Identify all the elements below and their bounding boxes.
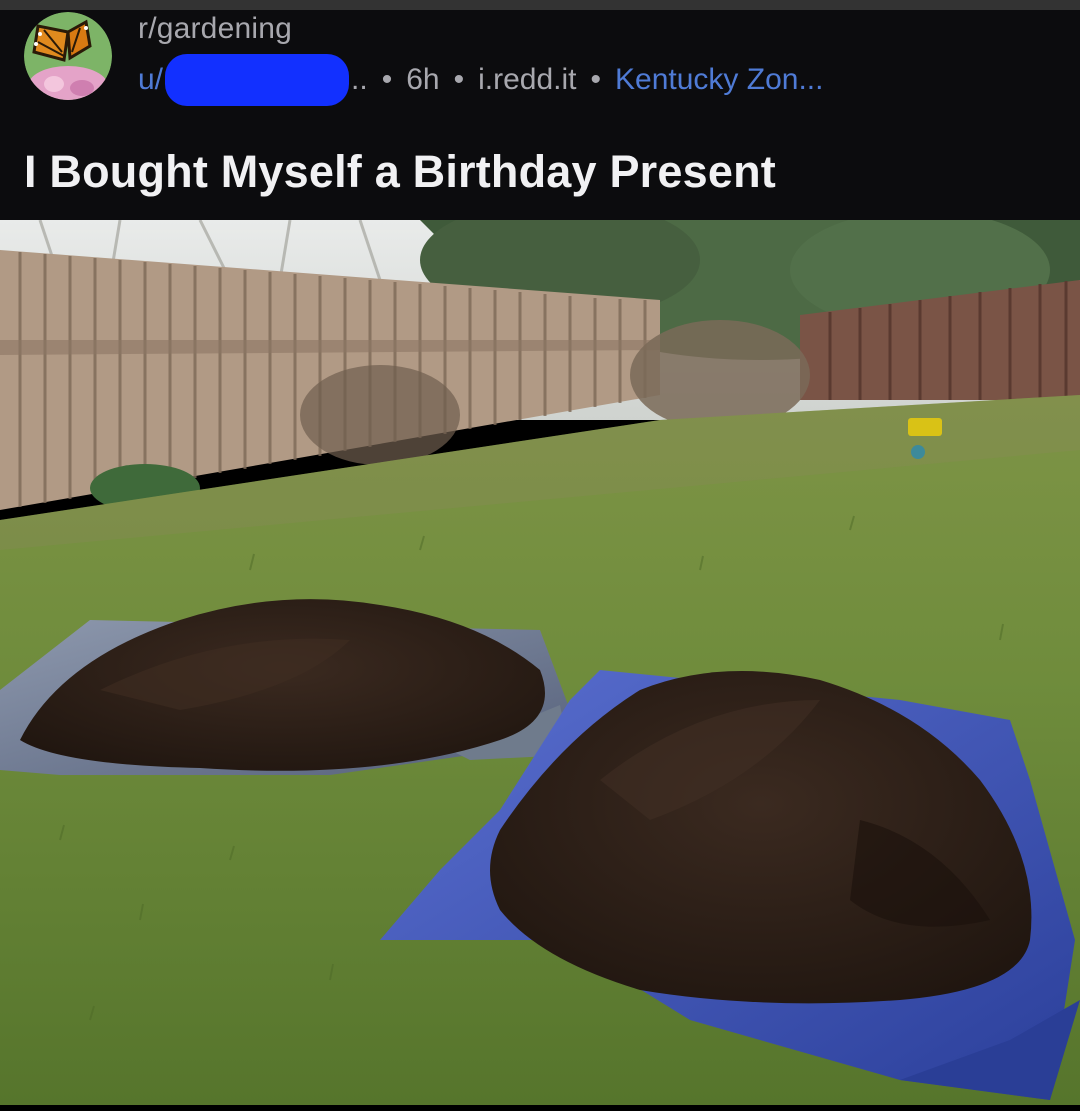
post-title[interactable]: I Bought Myself a Birthday Present — [24, 146, 776, 198]
separator-dot: • — [590, 63, 602, 96]
post-header: r/gardening u/ .. • 6h • i.redd.it • Ken… — [0, 10, 1080, 220]
post-age: 6h — [406, 63, 440, 96]
post-image[interactable] — [0, 200, 1080, 1105]
separator-dot: • — [453, 63, 465, 96]
butterfly-avatar-icon[interactable] — [24, 12, 112, 100]
bottom-border — [0, 1105, 1080, 1111]
username-prefix[interactable]: u/ — [138, 63, 163, 97]
post-meta: u/ .. • 6h • i.redd.it • Kentucky Zon... — [138, 54, 823, 106]
separator-dot: • — [381, 63, 393, 96]
post-domain[interactable]: i.redd.it — [478, 63, 576, 97]
subreddit-link[interactable]: r/gardening — [138, 12, 292, 46]
top-border — [0, 0, 1080, 10]
username-suffix: .. — [351, 63, 368, 96]
username-redaction — [165, 54, 350, 106]
post-flair[interactable]: Kentucky Zon... — [615, 63, 823, 97]
